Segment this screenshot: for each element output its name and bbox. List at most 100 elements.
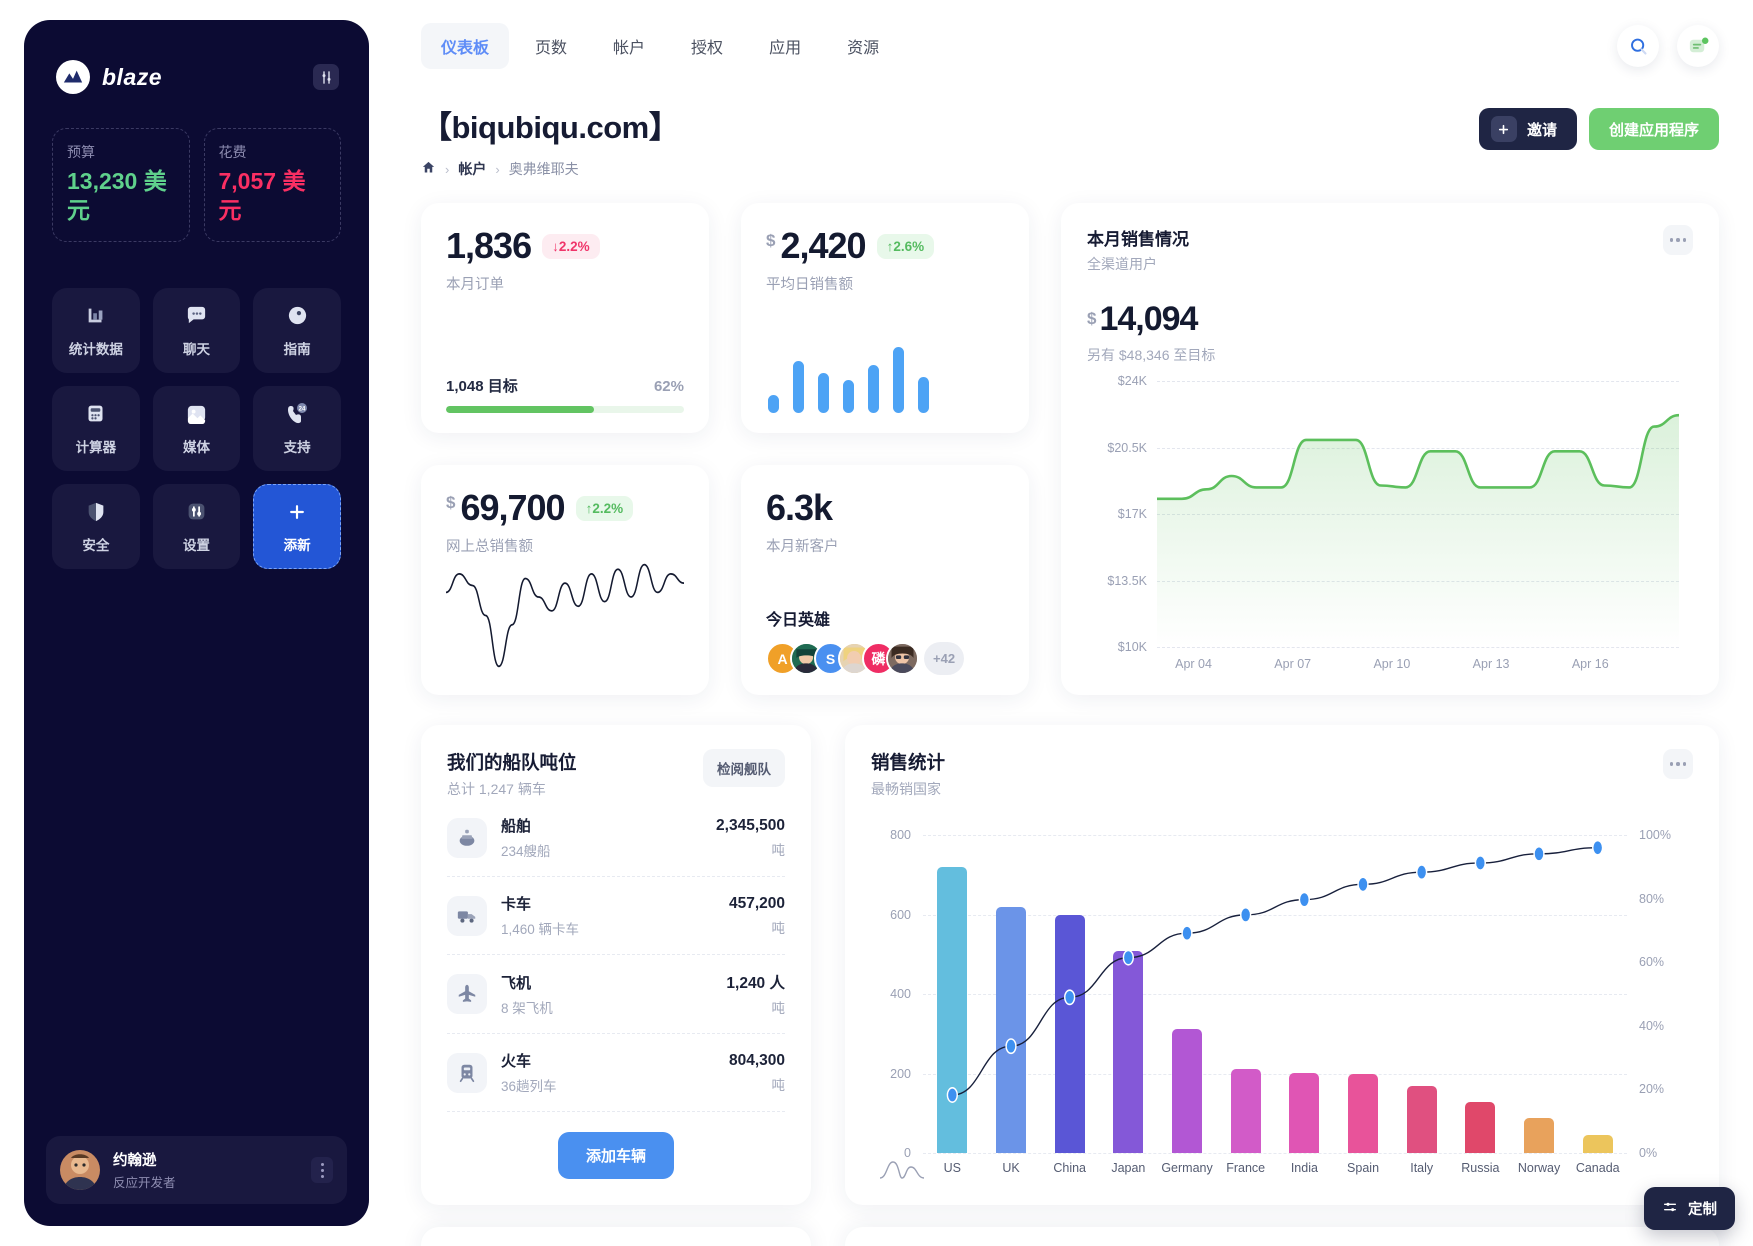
month-sales-body: 本月销售情况 全渠道用户 $14,094 另有 $48,346 至目标 $24K… — [1061, 203, 1719, 695]
x-axis-tick: India — [1290, 1161, 1318, 1175]
breadcrumb-separator: › — [445, 161, 450, 177]
online-sales-sparkline — [446, 556, 684, 675]
sidebar-tile-security[interactable]: 安全 — [52, 483, 140, 569]
tab-authorization[interactable]: 授权 — [671, 23, 743, 69]
tab-apps[interactable]: 应用 — [749, 23, 821, 69]
x-axis-tick: Apr 07 — [1274, 657, 1312, 671]
image-icon — [183, 401, 209, 427]
sidebar-tile-media[interactable]: 媒体 — [152, 385, 241, 471]
fleet-row[interactable]: 船舶 234艘船 2,345,500 吨 — [447, 799, 785, 877]
sidebar-tile-chat[interactable]: 聊天 — [152, 287, 241, 373]
y-axis-tick-left: 800 — [890, 828, 911, 842]
y-axis-tick-left: 600 — [890, 907, 911, 922]
fleet-row-text: 火车 36趟列车 — [501, 1050, 557, 1095]
sidebar-tile-add[interactable]: 添新 — [253, 483, 341, 569]
spend-card[interactable]: 花费 7,057 美元 — [203, 128, 341, 242]
sidebar-tile-settings[interactable]: 设置 — [152, 483, 241, 569]
fleet-row-name: 卡车 — [501, 896, 532, 913]
sales-stats-card: 销售统计 最畅销国家 800 600 400 200 0 100% 80% 60% 40% 20%… — [845, 725, 1719, 1205]
svg-text:24: 24 — [299, 406, 306, 412]
mini-bar — [893, 347, 904, 413]
budget-card[interactable]: 预算 13,230 美元 — [52, 128, 190, 242]
kpi-daily-currency: $ — [766, 231, 776, 250]
ship-icon — [447, 817, 487, 858]
mini-bar — [818, 373, 829, 413]
kpi-online-head: $ 69,700 ↑2.2% — [446, 487, 684, 529]
kpi-grid: 1,836 ↓2.2% 本月订单 1,048 目标 62% $ 2,420 ↑2… — [421, 203, 1719, 695]
search-icon[interactable] — [1617, 25, 1659, 67]
breadcrumb-item-accounts[interactable]: 帐户 — [458, 159, 486, 179]
user-name: 约翰逊 — [113, 1153, 157, 1169]
x-axis-tick: Russia — [1461, 1161, 1500, 1175]
fleet-row-name: 船舶 — [501, 818, 532, 835]
breadcrumb-separator: › — [495, 161, 500, 177]
bottom-peek-row — [421, 1227, 1719, 1246]
y-axis-tick-right: 20% — [1639, 1082, 1665, 1097]
invite-button[interactable]: 邀请 — [1478, 108, 1577, 150]
month-sales-subtitle: 全渠道用户 — [1087, 256, 1157, 272]
page-title: 【biqubiqu.com】 — [421, 110, 680, 145]
customize-button[interactable]: 定制 — [1644, 1187, 1735, 1230]
avatar-more-count[interactable]: +42 — [924, 642, 965, 675]
gridline — [923, 1153, 1627, 1154]
fleet-title: 我们的船队吨位 — [447, 752, 577, 773]
arrow-down-icon: ↓ — [552, 238, 559, 254]
kpi-daily-delta-value: 2.6% — [893, 238, 925, 254]
sidebar-tile-guide[interactable]: 指南 — [253, 287, 341, 373]
tab-dashboard[interactable]: 仪表板 — [421, 23, 510, 69]
review-fleet-button[interactable]: 检阅舰队 — [703, 749, 785, 787]
avatar[interactable] — [886, 642, 919, 675]
create-app-button[interactable]: 创建应用程序 — [1588, 108, 1719, 150]
fleet-row-count: 234艘船 — [501, 844, 551, 859]
kpi-card-online-sales: $ 69,700 ↑2.2% 网上总销售额 — [421, 465, 709, 695]
sales-stats-subtitle: 最畅销国家 — [871, 781, 941, 797]
fleet-row-name: 飞机 — [501, 974, 532, 992]
kpi-orders-goal: 1,048 目标 62% — [446, 375, 684, 413]
x-axis-tick: Apr 16 — [1571, 657, 1609, 671]
fleet-row-amount: 2,345,500 — [716, 816, 785, 834]
sidebar-user-card[interactable]: 约翰逊 反应开发者 — [46, 1136, 347, 1204]
tab-resources[interactable]: 资源 — [827, 23, 899, 69]
bottom-grid: 我们的船队吨位 总计 1,247 辆车 检阅舰队 船舶 234艘船 2,345,… — [421, 725, 1719, 1205]
month-sales-plot: $24K $20.5K $17K $13.5K $10K Apr 04 Apr 07 Apr … — [1107, 374, 1679, 671]
x-axis-tick: Norway — [1517, 1161, 1561, 1175]
dashboard-app: blaze 预算 13,230 美元 花费 7,057 美元 统计数据 聊天 指… — [0, 0, 1753, 1246]
fleet-row-amount: 804,300 — [728, 1051, 785, 1069]
breadcrumb: › 帐户 › 奥弗维耶夫 — [421, 159, 679, 179]
tab-pages[interactable]: 页数 — [515, 23, 587, 69]
fleet-row[interactable]: 卡车 1,460 辆卡车 457,200 吨 — [447, 877, 785, 955]
x-axis-tick: US — [943, 1161, 962, 1175]
tab-accounts[interactable]: 帐户 — [593, 23, 665, 69]
sidebar-tile-support[interactable]: 24 支持 — [253, 385, 341, 471]
month-sales-amount-row: $14,094 另有 $48,346 至目标 — [1087, 300, 1693, 365]
sliders-icon[interactable] — [313, 64, 339, 90]
fleet-row-value: 2,345,500 吨 — [716, 817, 785, 859]
month-sales-card: 本月销售情况 全渠道用户 $14,094 另有 $48,346 至目标 $24K… — [1061, 203, 1719, 695]
sidebar-tile-stats[interactable]: 统计数据 — [52, 287, 140, 373]
y-axis-tick-left: 400 — [890, 987, 911, 1001]
plus-icon — [284, 499, 310, 525]
fleet-row-unit: 吨 — [771, 1001, 786, 1016]
fleet-row[interactable]: 火车 36趟列车 804,300 吨 — [447, 1034, 785, 1112]
sidebar-tile-calculator[interactable]: 计算器 — [52, 385, 140, 471]
home-icon[interactable] — [421, 160, 436, 178]
sidebar-tile-label: 指南 — [283, 341, 311, 357]
fleet-row[interactable]: 飞机 8 架飞机 1,240 人 吨 — [447, 955, 785, 1034]
brand-name: blaze — [102, 63, 163, 90]
month-sales-title: 本月销售情况 — [1087, 230, 1189, 249]
page-header-actions: 邀请 创建应用程序 — [1478, 108, 1719, 150]
kpi-customers-head: 6.3k — [766, 487, 1004, 529]
kpi-online-currency: $ — [446, 493, 456, 512]
add-vehicle-button[interactable]: 添加车辆 — [557, 1132, 674, 1179]
kpi-online-delta: ↑2.2% — [575, 495, 634, 521]
kebab-icon[interactable] — [1663, 225, 1693, 255]
kebab-icon[interactable] — [1663, 749, 1693, 779]
message-note-icon[interactable] — [1677, 25, 1719, 67]
spend-value: 7,057 美元 — [218, 168, 306, 223]
fleet-row-value: 804,300 吨 — [729, 1052, 785, 1094]
brand[interactable]: blaze — [56, 60, 162, 94]
month-sales-head: 本月销售情况 全渠道用户 — [1087, 225, 1693, 274]
kpi-orders-goal-label: 1,048 目标 — [446, 378, 518, 395]
customize-label: 定制 — [1688, 1202, 1717, 1218]
kebab-vertical-icon[interactable] — [311, 1157, 333, 1183]
